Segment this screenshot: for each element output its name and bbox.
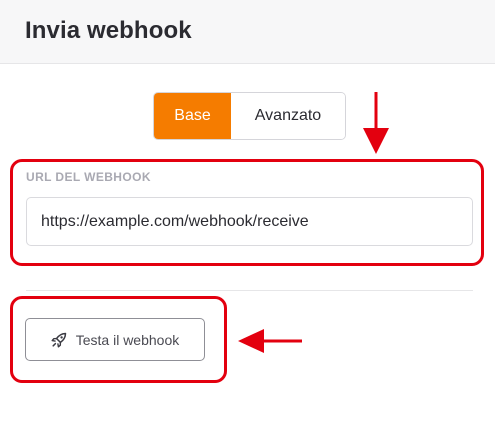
rocket-icon bbox=[51, 332, 67, 348]
annotation-arrow-left-icon bbox=[238, 329, 302, 353]
webhook-url-group: URL DEL WEBHOOK bbox=[26, 170, 473, 246]
webhook-url-input[interactable] bbox=[26, 197, 473, 246]
test-webhook-button[interactable]: Testa il webhook bbox=[25, 318, 205, 361]
send-webhook-panel: Invia webhook Base Avanzato URL DEL WEBH… bbox=[0, 0, 495, 429]
page-title: Invia webhook bbox=[25, 17, 192, 44]
webhook-url-label: URL DEL WEBHOOK bbox=[26, 170, 151, 184]
tab-base[interactable]: Base bbox=[154, 93, 231, 139]
section-divider bbox=[26, 290, 473, 291]
annotation-arrow-down-icon bbox=[363, 92, 389, 154]
mode-tabs: Base Avanzato bbox=[153, 92, 346, 140]
panel-header: Invia webhook bbox=[0, 0, 495, 64]
test-webhook-label: Testa il webhook bbox=[75, 331, 180, 348]
tab-advanced[interactable]: Avanzato bbox=[231, 93, 345, 139]
